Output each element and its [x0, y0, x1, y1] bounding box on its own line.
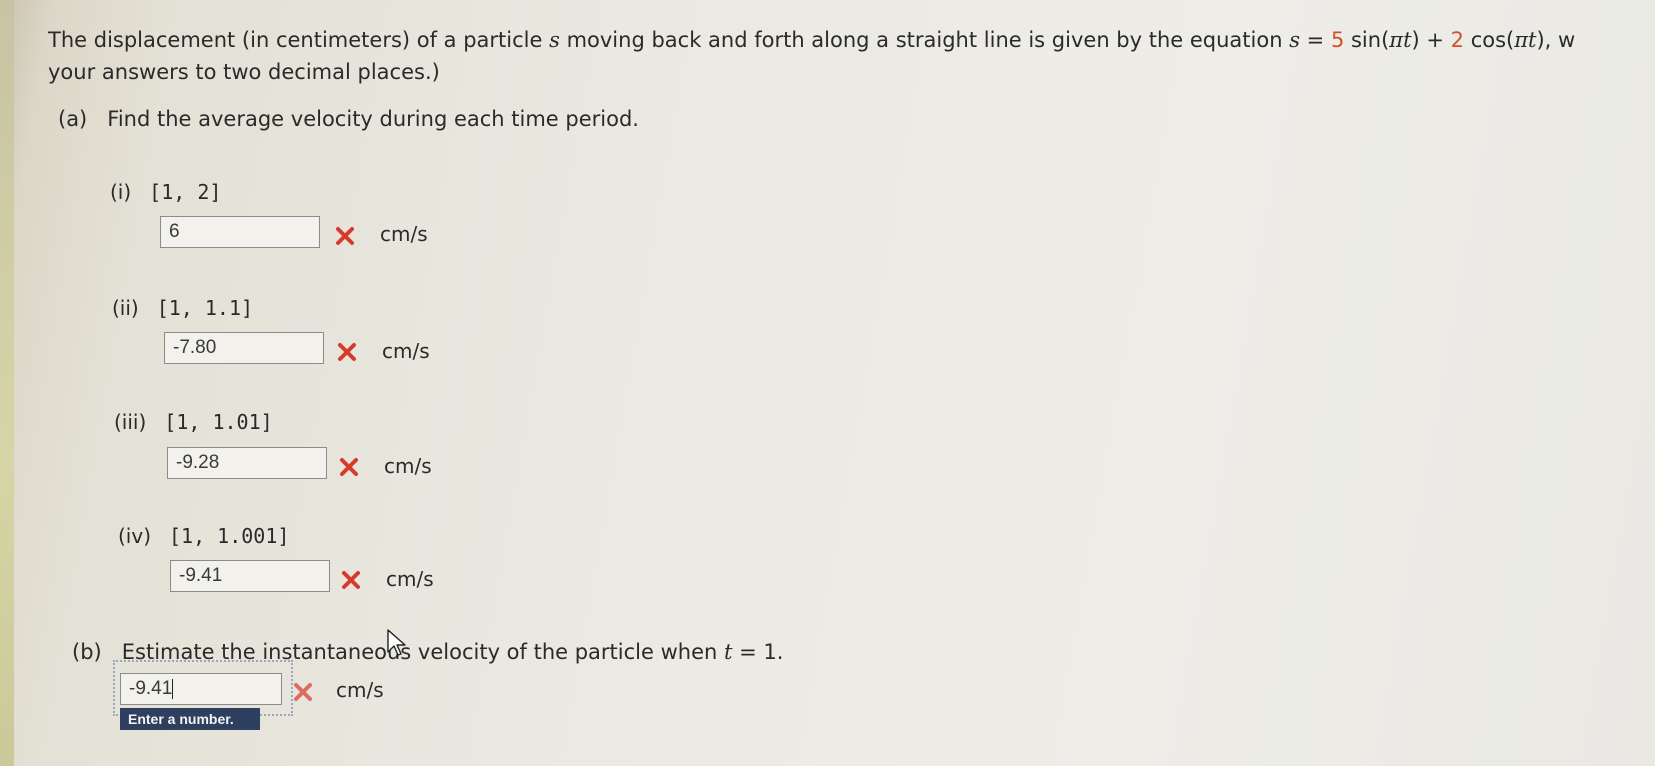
incorrect-x-icon — [336, 227, 354, 245]
subpart-iv-heading: (iv) [1, 1.001] — [118, 524, 290, 548]
part-a-heading: (a) Find the average velocity during eac… — [58, 107, 639, 131]
incorrect-x-icon — [338, 343, 356, 361]
unit-label-i: cm/s — [380, 222, 428, 246]
part-b-label: (b) — [72, 640, 102, 664]
problem-line-2: your answers to two decimal places.) — [48, 60, 440, 84]
unit-label-iv: cm/s — [386, 567, 434, 591]
interval-i: [1, 2] — [149, 180, 222, 204]
subpart-i-heading: (i) [1, 2] — [110, 180, 222, 204]
answer-input-iii[interactable]: -9.28 — [167, 447, 327, 479]
answer-input-b[interactable]: -9.41 — [120, 673, 282, 705]
left-edge-strip — [0, 0, 14, 766]
mouse-pointer-icon — [387, 629, 406, 656]
answer-input-i[interactable]: 6 — [160, 216, 320, 248]
interval-iii: [1, 1.01] — [164, 410, 273, 434]
coefficient-2: 2 — [1450, 28, 1465, 52]
problem-statement: The displacement (in centimeters) of a p… — [48, 24, 1655, 88]
part-a-label: (a) — [58, 107, 88, 131]
input-hint-tooltip: Enter a number. — [120, 708, 260, 730]
interval-ii: [1, 1.1] — [156, 296, 254, 320]
subpart-iii-heading: (iii) [1, 1.01] — [114, 410, 273, 434]
part-a-prompt: Find the average velocity during each ti… — [107, 107, 639, 131]
incorrect-x-icon — [340, 458, 358, 476]
subpart-ii-heading: (ii) [1, 1.1] — [112, 296, 254, 320]
unit-label-ii: cm/s — [382, 339, 430, 363]
answer-input-iv[interactable]: -9.41 — [170, 560, 330, 592]
incorrect-x-icon — [342, 571, 360, 589]
coefficient-1: 5 — [1330, 28, 1345, 52]
answer-input-ii[interactable]: -7.80 — [164, 332, 324, 364]
unit-label-b: cm/s — [336, 678, 384, 702]
interval-iv: [1, 1.001] — [169, 524, 290, 548]
text-caret — [172, 678, 174, 699]
unit-label-iii: cm/s — [384, 454, 432, 478]
problem-line-1: The displacement (in centimeters) of a p… — [48, 28, 1576, 52]
incorrect-x-icon — [294, 683, 312, 701]
